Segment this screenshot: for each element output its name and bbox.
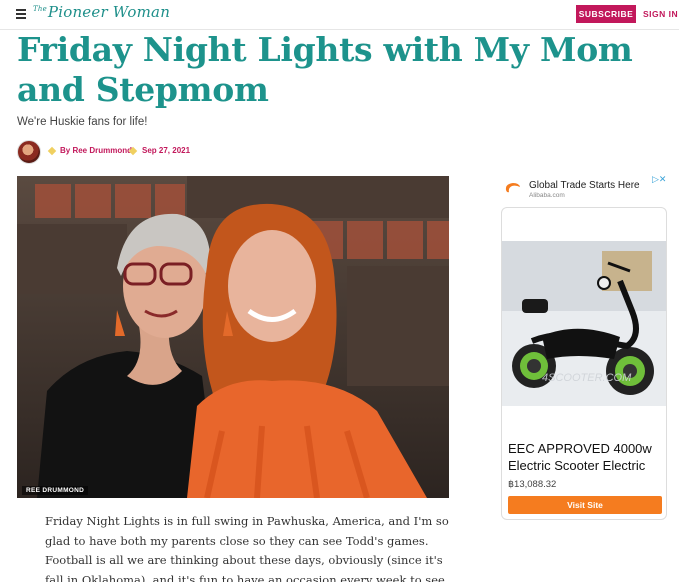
logo-prefix: The — [33, 5, 47, 13]
alibaba-logo-icon[interactable] — [503, 180, 523, 196]
author-avatar[interactable] — [17, 140, 41, 164]
ad-choices-icon[interactable]: ▷✕ — [652, 174, 666, 185]
publish-date: Sep 27, 2021 — [142, 146, 191, 155]
ad-price: ฿13,088.32 — [508, 479, 557, 490]
ad-source: Alibaba.com — [529, 192, 565, 199]
article-paragraph: Friday Night Lights is in full swing in … — [45, 514, 449, 582]
sign-in-link[interactable]: SIGN IN — [643, 9, 678, 19]
author-link[interactable]: By Ree Drummond — [60, 146, 132, 155]
article-title: Friday Night Lights with My Mom and Step… — [17, 30, 633, 109]
logo-text: Pioneer Woman — [47, 3, 171, 21]
hero-photo — [17, 176, 449, 498]
ad-card[interactable]: 4SCOOTER.COM EEC APPROVED 4000w Electric… — [501, 207, 667, 520]
top-navigation-bar: ThePioneer Woman SUBSCRIBE SIGN IN — [0, 0, 679, 30]
scooter-image[interactable]: 4SCOOTER.COM — [502, 241, 667, 406]
photo-illustration — [17, 176, 449, 498]
ad-product-title[interactable]: EEC APPROVED 4000w Electric Scooter Elec… — [508, 440, 664, 474]
subscribe-button[interactable]: SUBSCRIBE — [576, 5, 636, 23]
byline-dot-icon — [47, 146, 57, 156]
photo-credit: REE DRUMMOND — [22, 486, 89, 495]
site-logo[interactable]: ThePioneer Woman — [33, 3, 170, 21]
article-subtitle: We're Huskie fans for life! — [17, 116, 148, 128]
ad-headline[interactable]: Global Trade Starts Here — [529, 180, 640, 191]
watermark-text: 4SCOOTER.COM — [542, 372, 632, 384]
visit-site-button[interactable]: Visit Site — [508, 496, 662, 514]
menu-icon[interactable] — [16, 9, 26, 19]
